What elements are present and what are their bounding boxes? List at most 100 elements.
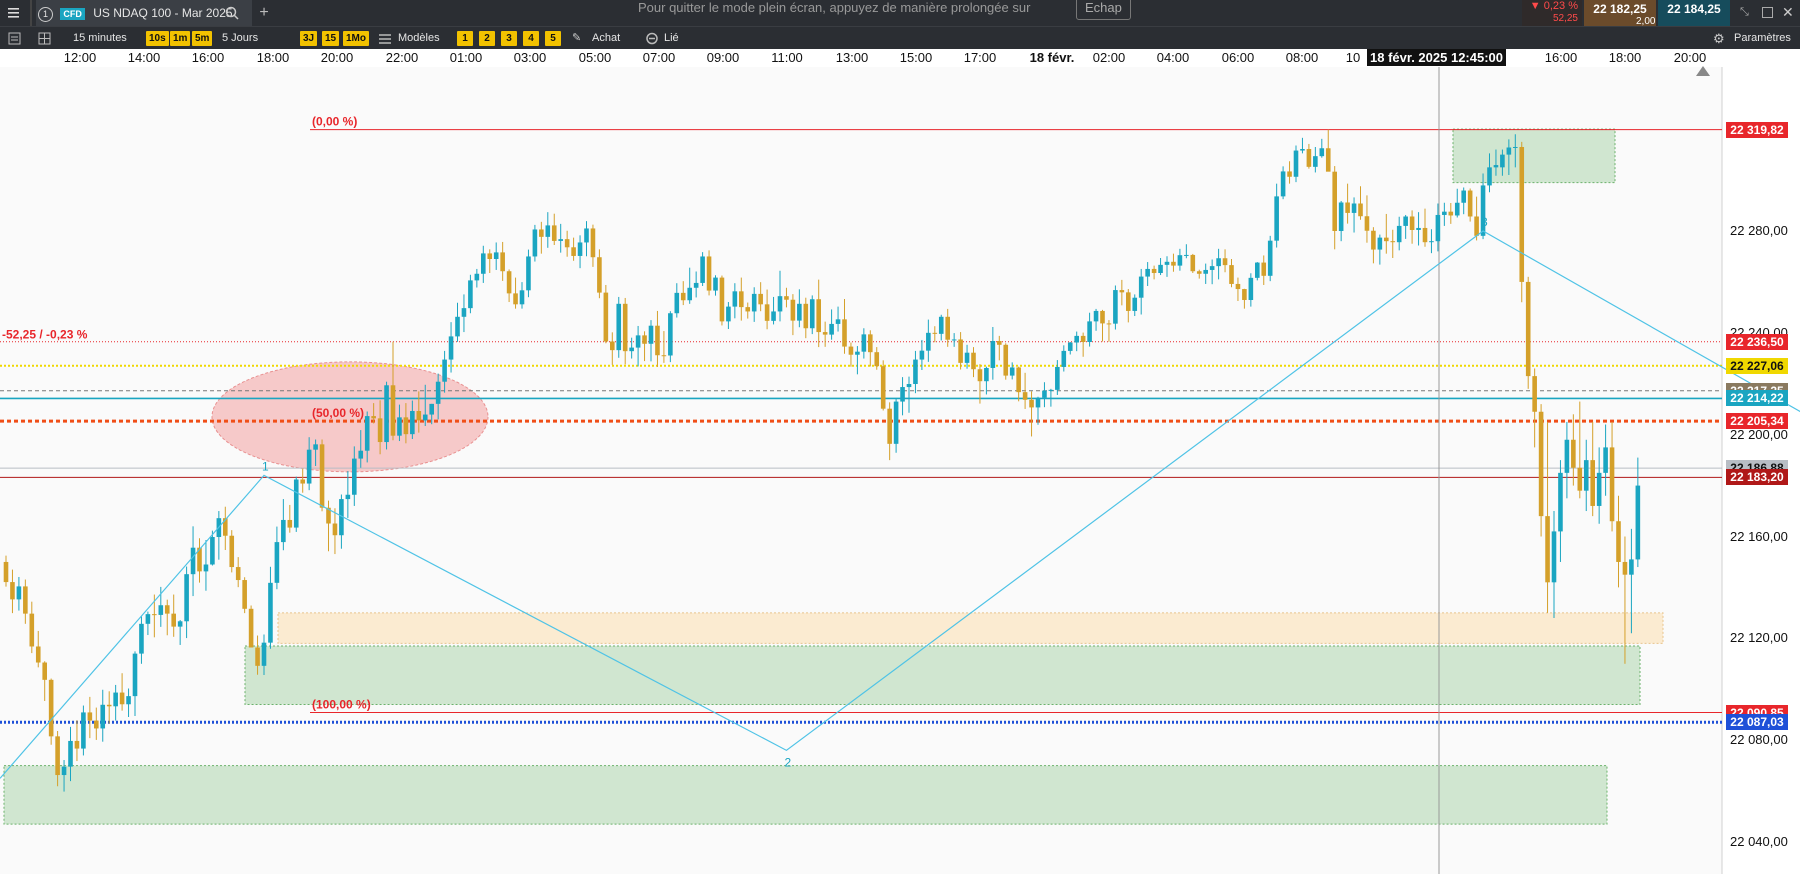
- candle-body: [958, 339, 963, 363]
- buy-icon[interactable]: ✎: [572, 27, 586, 50]
- time-tick-label: 18:00: [1608, 50, 1642, 65]
- menu-icon[interactable]: [6, 0, 22, 26]
- period-1mo[interactable]: 1Mo: [343, 31, 369, 46]
- candle-body: [764, 304, 770, 321]
- fib-label: (50,00 %): [312, 406, 364, 420]
- candle-body: [835, 319, 841, 324]
- candle-body: [94, 720, 99, 729]
- restore-icon[interactable]: [1762, 7, 1773, 18]
- candle-body: [1222, 258, 1228, 266]
- shrink-icon[interactable]: ⤡: [1740, 6, 1752, 18]
- candle-body: [539, 229, 544, 237]
- layers-icon[interactable]: [8, 27, 22, 50]
- candle-body: [1364, 216, 1370, 231]
- candle-body: [603, 292, 609, 342]
- scroll-up-icon[interactable]: [1696, 66, 1710, 76]
- candle-body: [435, 381, 441, 404]
- candle-body: [803, 303, 809, 329]
- candle-body: [377, 418, 383, 443]
- candle-body: [300, 479, 305, 484]
- time-axis: 12:00 14:00 16:00 18:00 20:00 22:00 01:00 03:00…: [0, 49, 1800, 68]
- price-tick-label: 22 120,00: [1730, 630, 1788, 646]
- candle-body: [203, 564, 209, 572]
- price-tick-label: 22 080,00: [1730, 732, 1788, 748]
- models-icon[interactable]: [378, 27, 392, 50]
- candle-body: [197, 547, 202, 572]
- link-icon[interactable]: [645, 27, 659, 50]
- layout-1[interactable]: 1: [457, 31, 473, 46]
- candle-body: [100, 704, 106, 729]
- candle-body: [158, 605, 164, 615]
- top-bar: 1 CFD US NDAQ 100 - Mar 2025 + Pour quit…: [0, 0, 1800, 27]
- change-pts: 52,25: [1552, 13, 1578, 24]
- candle-body: [1280, 171, 1286, 197]
- candle-body: [919, 350, 925, 360]
- fullscreen-notice: Pour quitter le mode plein écran, appuye…: [638, 0, 1031, 15]
- candle-body: [326, 507, 331, 524]
- layout-3[interactable]: 3: [501, 31, 517, 46]
- models-button[interactable]: Modèles: [398, 27, 440, 50]
- time-tick-label: 04:00: [1156, 50, 1190, 65]
- candle-body: [1487, 167, 1492, 186]
- candle-body: [1325, 148, 1331, 172]
- candle-body: [1100, 310, 1105, 324]
- candle-body: [1319, 148, 1325, 157]
- period-3j[interactable]: 3J: [300, 31, 318, 46]
- candle-body: [48, 679, 54, 737]
- time-tick-label: 13:00: [835, 50, 869, 65]
- tf-1m[interactable]: 1m: [170, 31, 191, 46]
- layout-5[interactable]: 5: [545, 31, 561, 46]
- candle-body: [3, 561, 9, 583]
- candle-body: [1603, 447, 1608, 473]
- candle-body: [1242, 289, 1247, 300]
- candle-body: [1313, 156, 1318, 167]
- price-chart[interactable]: 12345(0,00 %)(50,00 %)(100,00 %)-52,25 /…: [0, 0, 1800, 874]
- tf-5m[interactable]: 5m: [192, 31, 213, 46]
- candle-body: [1074, 335, 1079, 343]
- candle-body: [590, 228, 596, 258]
- layout-4[interactable]: 4: [523, 31, 539, 46]
- add-tab-icon[interactable]: +: [256, 0, 272, 26]
- grid-layout-icon[interactable]: [38, 27, 52, 50]
- period-15[interactable]: 15: [322, 31, 340, 46]
- plot-area: [0, 67, 1722, 874]
- candle-body: [23, 586, 28, 614]
- candle-body: [964, 352, 970, 363]
- candle-body: [1351, 203, 1357, 213]
- settings-button[interactable]: Paramètres: [1734, 27, 1791, 50]
- remove-indicator-icon[interactable]: ✕: [5, 119, 19, 135]
- candle-body: [855, 351, 860, 355]
- time-tick-label: 03:00: [513, 50, 547, 65]
- period-select[interactable]: 5 Jours: [222, 27, 258, 50]
- candle-body: [1300, 149, 1305, 151]
- candle-body: [1332, 171, 1337, 231]
- ask-box[interactable]: 22 184,25: [1658, 0, 1730, 26]
- candle-body: [900, 387, 905, 402]
- candle-body: [1571, 439, 1576, 468]
- settings-icon[interactable]: ⚙: [1713, 27, 1727, 50]
- tf-10s[interactable]: 10s: [146, 31, 169, 46]
- time-tick-label: 12:00: [63, 50, 97, 65]
- close-icon[interactable]: ✕: [1782, 4, 1794, 21]
- candle-body: [1235, 283, 1241, 290]
- candle-body: [164, 605, 170, 614]
- settings-dash-icon[interactable]: _: [22, 99, 29, 113]
- remove-indicator-icon[interactable]: ✕: [5, 98, 19, 114]
- candle-body: [1145, 268, 1150, 277]
- candle-body: [1435, 214, 1441, 242]
- candle-body: [422, 414, 428, 421]
- layout-2[interactable]: 2: [479, 31, 495, 46]
- candle-body: [990, 340, 996, 368]
- candle-body: [1203, 269, 1208, 274]
- linked-button[interactable]: Lié: [664, 27, 679, 50]
- buy-button[interactable]: Achat: [592, 27, 620, 50]
- legend-pivot-orange[interactable]: ✕ _ Pts Pivot: [4, 97, 89, 115]
- timeframe-select[interactable]: 15 minutes: [73, 27, 127, 50]
- candle-body: [1396, 225, 1402, 243]
- candle-body: [932, 332, 938, 334]
- chart-tab[interactable]: 1 CFD US NDAQ 100 - Mar 2025: [36, 0, 252, 26]
- legend-pivot-cyan[interactable]: ✕ _ Pts Pivot: [4, 118, 89, 136]
- candle-body: [1635, 485, 1641, 560]
- candle-body: [1158, 264, 1163, 274]
- settings-dash-icon[interactable]: _: [22, 120, 29, 134]
